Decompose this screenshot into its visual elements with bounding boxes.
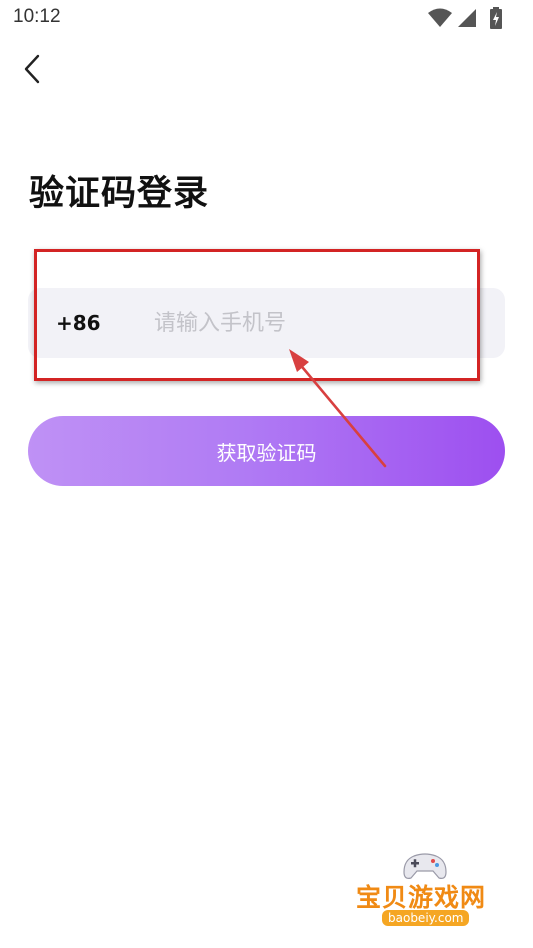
- watermark-url: baobeiy.com: [382, 910, 470, 926]
- back-button[interactable]: [16, 52, 50, 86]
- wifi-icon: [428, 8, 452, 27]
- chevron-left-icon: [24, 54, 40, 84]
- annotation-highlight-box: [34, 249, 480, 381]
- status-time: 10:12: [13, 6, 61, 27]
- watermark-logo: 宝贝游戏网 baobeiy.com: [352, 852, 502, 944]
- status-bar: 10:12: [0, 0, 533, 36]
- battery-charging-icon: [490, 7, 502, 29]
- signal-icon: [458, 9, 476, 27]
- watermark-text: 宝贝游戏网: [356, 883, 487, 912]
- get-code-button[interactable]: 获取验证码: [28, 416, 505, 486]
- page-title: 验证码登录: [29, 174, 210, 214]
